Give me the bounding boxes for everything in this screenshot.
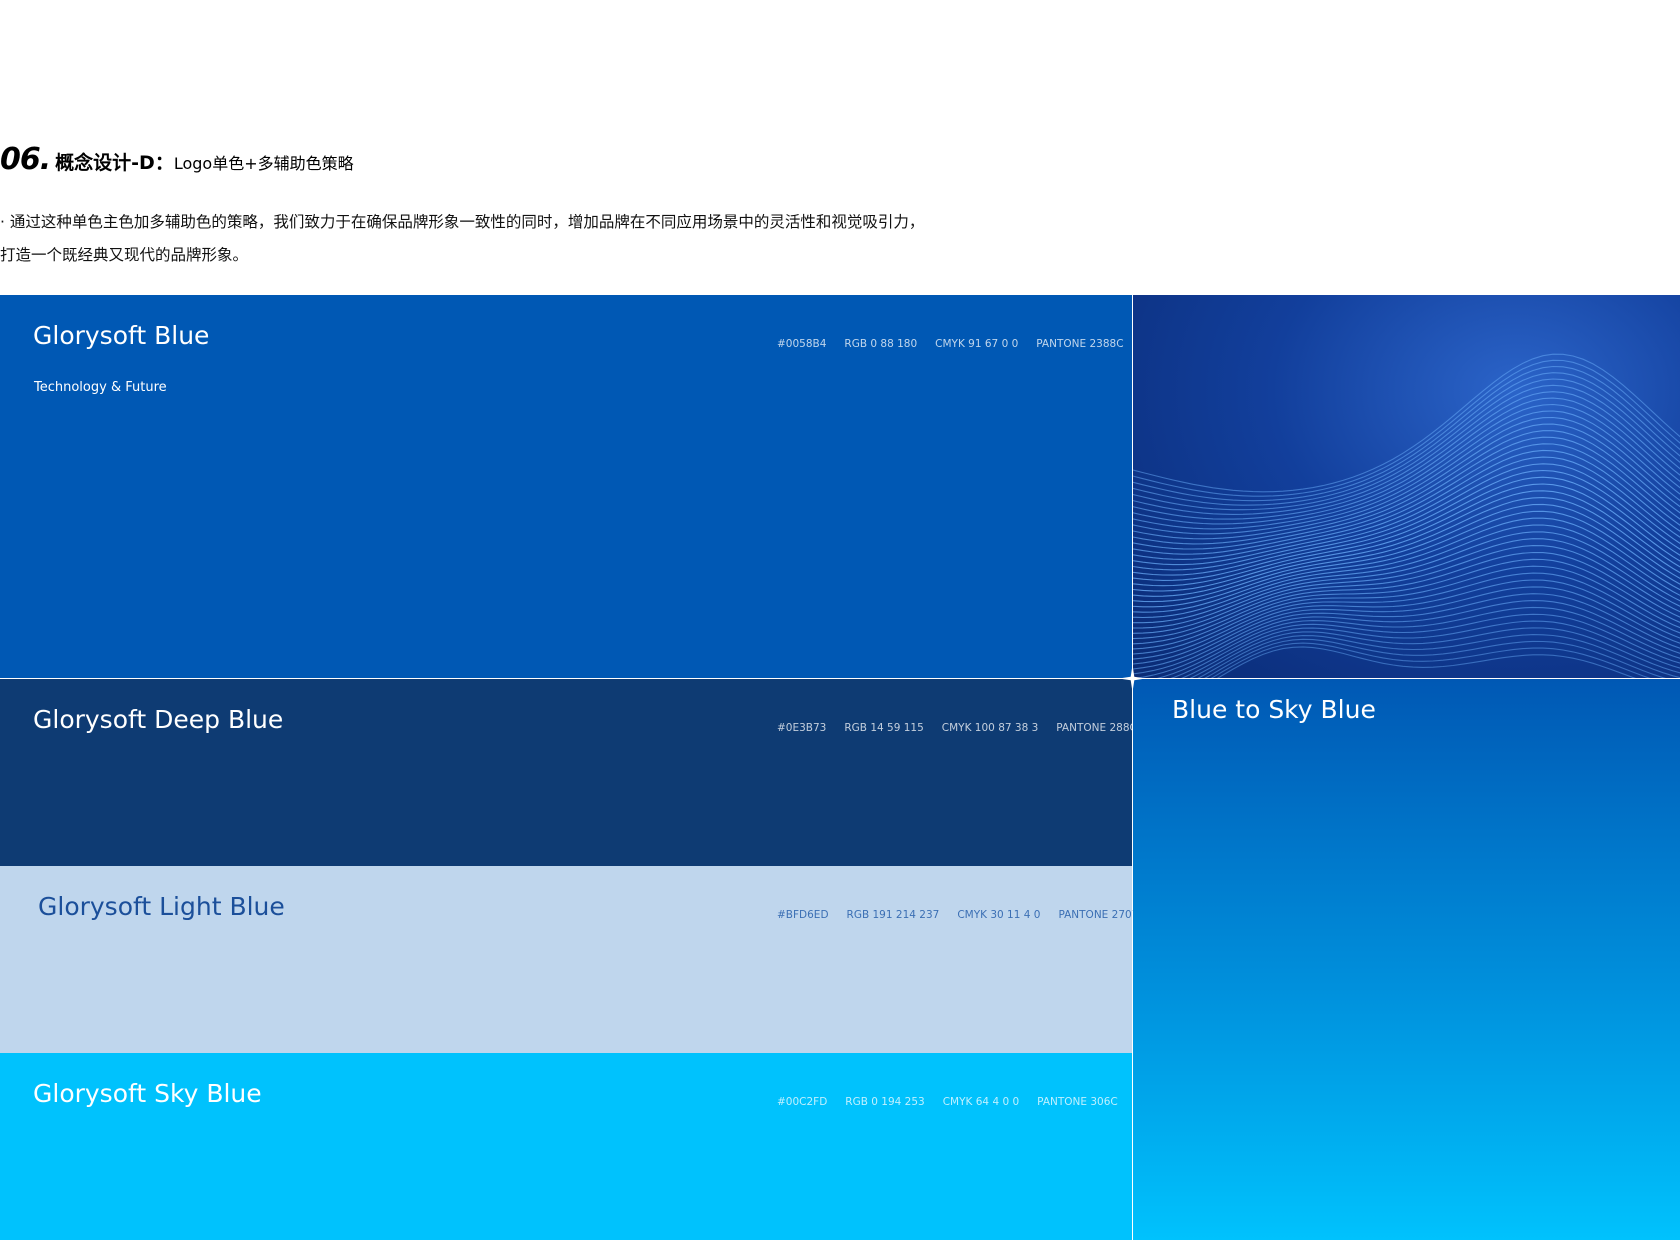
spec-rgb: RGB 191 214 237 [846,909,940,921]
swatch-name: Glorysoft Sky Blue [33,1079,262,1108]
swatch-specs: #BFD6ED RGB 191 214 237 CMYK 30 11 4 0 P… [777,909,1146,921]
spec-rgb: RGB 14 59 115 [844,722,924,734]
swatch-tagline: Technology & Future [34,380,167,395]
swatch-name: Glorysoft Blue [33,321,210,350]
section-heading: 概念设计-D： [55,152,174,174]
swatch-name: Glorysoft Light Blue [38,892,285,921]
swatch-specs: #0E3B73 RGB 14 59 115 CMYK 100 87 38 3 P… [777,722,1137,734]
description-line-1: · 通过这种单色主色加多辅助色的策略，我们致力于在确保品牌形象一致性的同时，增加… [0,213,925,231]
vertical-divider [1132,295,1133,1240]
gradient-name: Blue to Sky Blue [1172,695,1376,724]
swatch-name: Glorysoft Deep Blue [33,705,284,734]
spec-rgb: RGB 0 194 253 [845,1096,925,1108]
spec-cmyk: CMYK 30 11 4 0 [957,909,1041,921]
spec-cmyk: CMYK 91 67 0 0 [935,338,1019,350]
spec-pantone: PANTONE 288C [1056,722,1137,734]
spec-rgb: RGB 0 88 180 [844,338,918,350]
wave-graphic [1133,353,1680,678]
section-number: 06. [0,142,51,177]
gradient-swatch: Blue to Sky Blue [1133,679,1680,1240]
spec-pantone: PANTONE 2388C [1036,338,1124,350]
section-subheading: Logo单色+多辅助色策略 [173,154,354,173]
swatch-glorysoft-light-blue: Glorysoft Light Blue #BFD6ED RGB 191 214… [0,866,1146,1053]
spec-hex: #00C2FD [777,1096,828,1108]
swatch-glorysoft-sky-blue: Glorysoft Sky Blue #00C2FD RGB 0 194 253… [0,1053,1132,1240]
spec-cmyk: CMYK 100 87 38 3 [941,722,1039,734]
swatch-glorysoft-blue: Glorysoft Blue Technology & Future #0058… [0,295,1132,678]
spec-cmyk: CMYK 64 4 0 0 [942,1096,1020,1108]
section-title: 06. 概念设计-D： Logo单色+多辅助色策略 [0,142,354,182]
wave-image [1133,295,1680,678]
sparkle-icon [1119,665,1146,692]
spec-hex: #BFD6ED [777,909,829,921]
description-line-2: 打造一个既经典又现代的品牌形象。 [0,246,249,264]
swatch-specs: #0058B4 RGB 0 88 180 CMYK 91 67 0 0 PANT… [777,338,1124,350]
swatch-glorysoft-deep-blue: Glorysoft Deep Blue #0E3B73 RGB 14 59 11… [0,679,1137,866]
horizontal-divider [0,678,1680,679]
swatch-specs: #00C2FD RGB 0 194 253 CMYK 64 4 0 0 PANT… [777,1096,1118,1108]
spec-pantone: PANTONE 306C [1037,1096,1118,1108]
spec-hex: #0058B4 [777,338,827,350]
spec-hex: #0E3B73 [777,722,827,734]
description: · 通过这种单色主色加多辅助色的策略，我们致力于在确保品牌形象一致性的同时，增加… [0,206,1000,272]
